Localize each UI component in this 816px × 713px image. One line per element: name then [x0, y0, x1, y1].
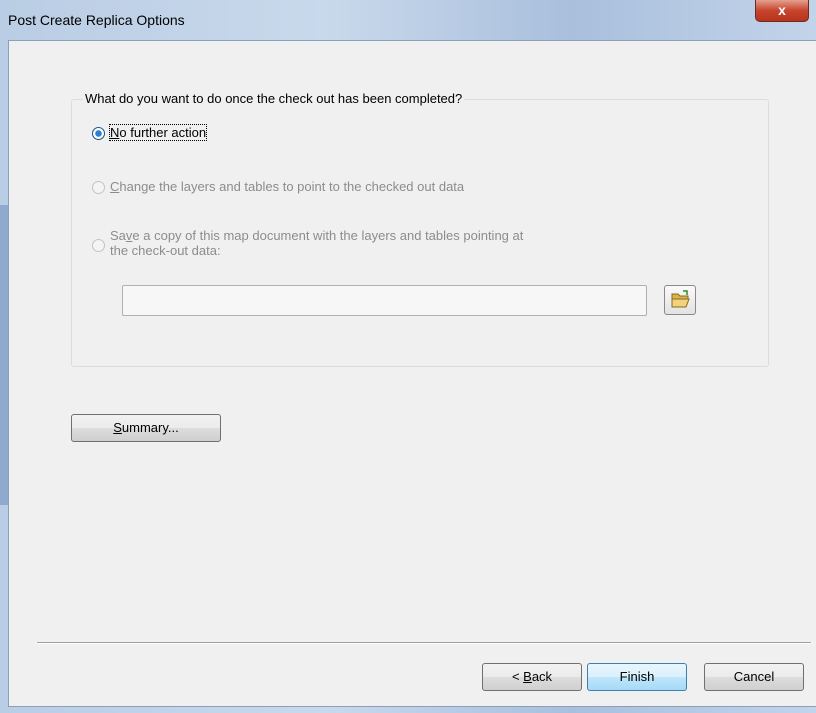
dialog-title: Post Create Replica Options	[8, 12, 185, 28]
folder-open-icon	[671, 290, 690, 308]
footer-separator	[37, 642, 811, 644]
map-document-path-input[interactable]	[122, 285, 647, 316]
summary-button[interactable]: Summary...	[71, 414, 221, 442]
label-change-layers[interactable]: Change the layers and tables to point to…	[110, 179, 464, 194]
label-no-further-action[interactable]: No further action	[108, 124, 208, 141]
back-button[interactable]: < Back	[482, 663, 582, 691]
radio-no-further-action[interactable]	[92, 127, 105, 140]
close-button[interactable]: x	[755, 0, 809, 22]
close-icon: x	[778, 2, 786, 18]
browse-button[interactable]	[664, 285, 696, 315]
dialog-window: Post Create Replica Options x What do yo…	[0, 0, 816, 713]
radio-change-layers[interactable]	[92, 181, 105, 194]
cancel-button[interactable]: Cancel	[704, 663, 804, 691]
group-legend: What do you want to do once the check ou…	[83, 91, 465, 106]
dialog-client-area: What do you want to do once the check ou…	[8, 40, 816, 707]
title-bar[interactable]: Post Create Replica Options x	[0, 0, 816, 40]
radio-save-copy[interactable]	[92, 239, 105, 252]
label-save-copy[interactable]: Save a copy of this map document with th…	[110, 228, 523, 258]
window-frame-accent	[0, 205, 8, 505]
finish-button[interactable]: Finish	[587, 663, 687, 691]
